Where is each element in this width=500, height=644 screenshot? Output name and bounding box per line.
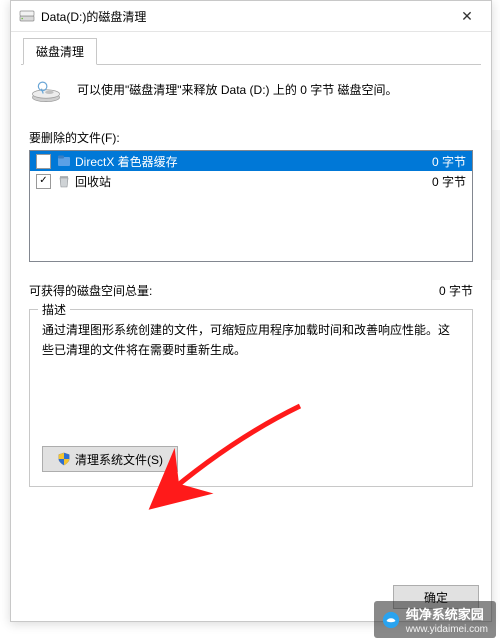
files-listbox[interactable]: DirectX 着色器缓存0 字节 ✓ 回收站0 字节 [29,150,473,262]
description-group: 描述 通过清理图形系统创建的文件，可缩短应用程序加载时间和改善响应性能。这些已清… [29,309,473,487]
recycle-bin-icon [57,174,71,188]
clean-system-wrap: 清理系统文件(S) [42,446,460,472]
tab-label: 磁盘清理 [36,43,84,60]
intro-block: 可以使用"磁盘清理"来释放 Data (D:) 上的 0 字节 磁盘空间。 [29,77,473,111]
description-legend: 描述 [38,301,70,318]
total-label: 可获得的磁盘空间总量: [29,282,152,299]
files-label: 要删除的文件(F): [29,129,473,146]
file-checkbox[interactable]: ✓ [36,174,51,189]
disk-cleanup-window: Data(D:)的磁盘清理 ✕ 磁盘清理 可以使用"磁盘清理"来释放 Data … [10,0,492,622]
clean-system-files-label: 清理系统文件(S) [75,451,163,468]
file-name: 回收站 [75,173,406,190]
tab-disk-cleanup[interactable]: 磁盘清理 [23,38,97,65]
file-row[interactable]: DirectX 着色器缓存0 字节 [30,151,472,171]
file-size: 0 字节 [406,173,466,190]
watermark-logo-icon [382,611,400,629]
tab-strip: 磁盘清理 [21,38,481,65]
file-name: DirectX 着色器缓存 [75,153,406,170]
clean-system-files-button[interactable]: 清理系统文件(S) [42,446,178,472]
close-icon: ✕ [461,8,473,25]
drive-large-icon [29,77,63,111]
file-checkbox[interactable] [36,154,51,169]
folder-icon [57,154,71,168]
file-size: 0 字节 [406,153,466,170]
window-title: Data(D:)的磁盘清理 [41,8,447,25]
titlebar: Data(D:)的磁盘清理 ✕ [11,1,491,32]
watermark: 纯净系统家园 www.yidaimei.com [374,601,496,638]
drive-cleanup-icon [19,8,35,24]
close-button[interactable]: ✕ [447,3,487,29]
file-row[interactable]: ✓ 回收站0 字节 [30,171,472,191]
intro-text: 可以使用"磁盘清理"来释放 Data (D:) 上的 0 字节 磁盘空间。 [77,77,398,99]
watermark-url: www.yidaimei.com [406,624,488,635]
watermark-name: 纯净系统家园 [406,607,484,622]
watermark-text: 纯净系统家园 www.yidaimei.com [406,604,488,635]
total-row: 可获得的磁盘空间总量: 0 字节 [29,282,473,299]
description-text: 通过清理图形系统创建的文件，可缩短应用程序加载时间和改善响应性能。这些已清理的文… [42,320,460,384]
tab-content: 可以使用"磁盘清理"来释放 Data (D:) 上的 0 字节 磁盘空间。 要删… [11,65,491,487]
total-value: 0 字节 [439,282,473,299]
uac-shield-icon [57,452,71,466]
